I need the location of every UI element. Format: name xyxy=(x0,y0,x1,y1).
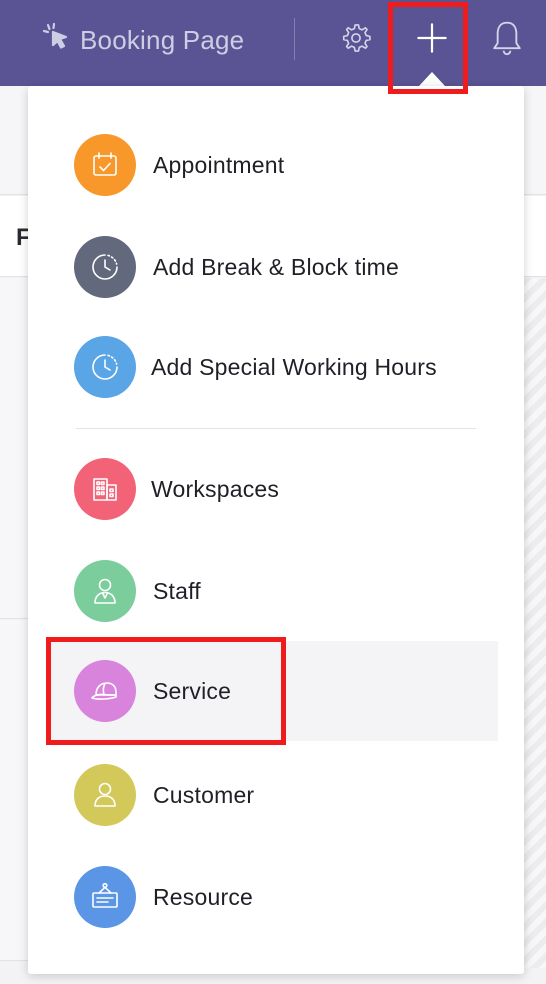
header-divider xyxy=(294,18,295,60)
signboard-icon xyxy=(74,866,136,928)
menu-item-label: Resource xyxy=(153,883,254,910)
menu-item-add-special-working-hours[interactable]: Add Special Working Hours xyxy=(46,317,498,417)
person-pin-icon xyxy=(74,560,136,622)
cursor-click-icon xyxy=(42,22,72,59)
person-icon xyxy=(74,764,136,826)
plus-icon xyxy=(417,23,447,53)
menu-item-customer[interactable]: Customer xyxy=(46,745,498,845)
booking-page-label: Booking Page xyxy=(80,24,245,55)
cap-icon xyxy=(74,660,136,722)
calendar-check-icon xyxy=(74,134,136,196)
gear-icon xyxy=(342,24,371,52)
bell-icon xyxy=(493,21,521,56)
booking-page-link[interactable]: Booking Page xyxy=(42,20,244,60)
menu-item-label: Service xyxy=(153,677,232,704)
background-hatched-area xyxy=(524,278,546,968)
menu-item-staff[interactable]: Staff xyxy=(46,541,498,641)
page: F Booking Page Appointment Add Break & B… xyxy=(0,0,546,984)
settings-button[interactable] xyxy=(334,16,378,60)
menu-item-label: Add Break & Block time xyxy=(153,253,400,280)
menu-item-label: Staff xyxy=(153,577,201,604)
clock-icon xyxy=(74,236,136,298)
menu-item-service[interactable]: Service xyxy=(46,641,498,741)
menu-item-label: Add Special Working Hours xyxy=(151,353,437,380)
clock-icon xyxy=(74,336,136,398)
menu-item-appointment[interactable]: Appointment xyxy=(46,115,498,215)
menu-item-resource[interactable]: Resource xyxy=(46,847,498,947)
add-menu-dropdown: Appointment Add Break & Block time Add S… xyxy=(28,86,524,974)
menu-item-workspaces[interactable]: Workspaces xyxy=(46,439,498,539)
dropdown-caret xyxy=(419,72,445,86)
menu-item-label: Workspaces xyxy=(151,475,280,502)
menu-item-label: Appointment xyxy=(153,151,285,178)
menu-divider xyxy=(76,428,476,429)
add-button[interactable] xyxy=(406,12,458,64)
top-navigation-bar: Booking Page xyxy=(0,0,546,86)
menu-item-add-break-block-time[interactable]: Add Break & Block time xyxy=(46,217,498,317)
notifications-button[interactable] xyxy=(484,14,530,62)
menu-item-label: Customer xyxy=(153,781,255,808)
building-icon xyxy=(74,458,136,520)
